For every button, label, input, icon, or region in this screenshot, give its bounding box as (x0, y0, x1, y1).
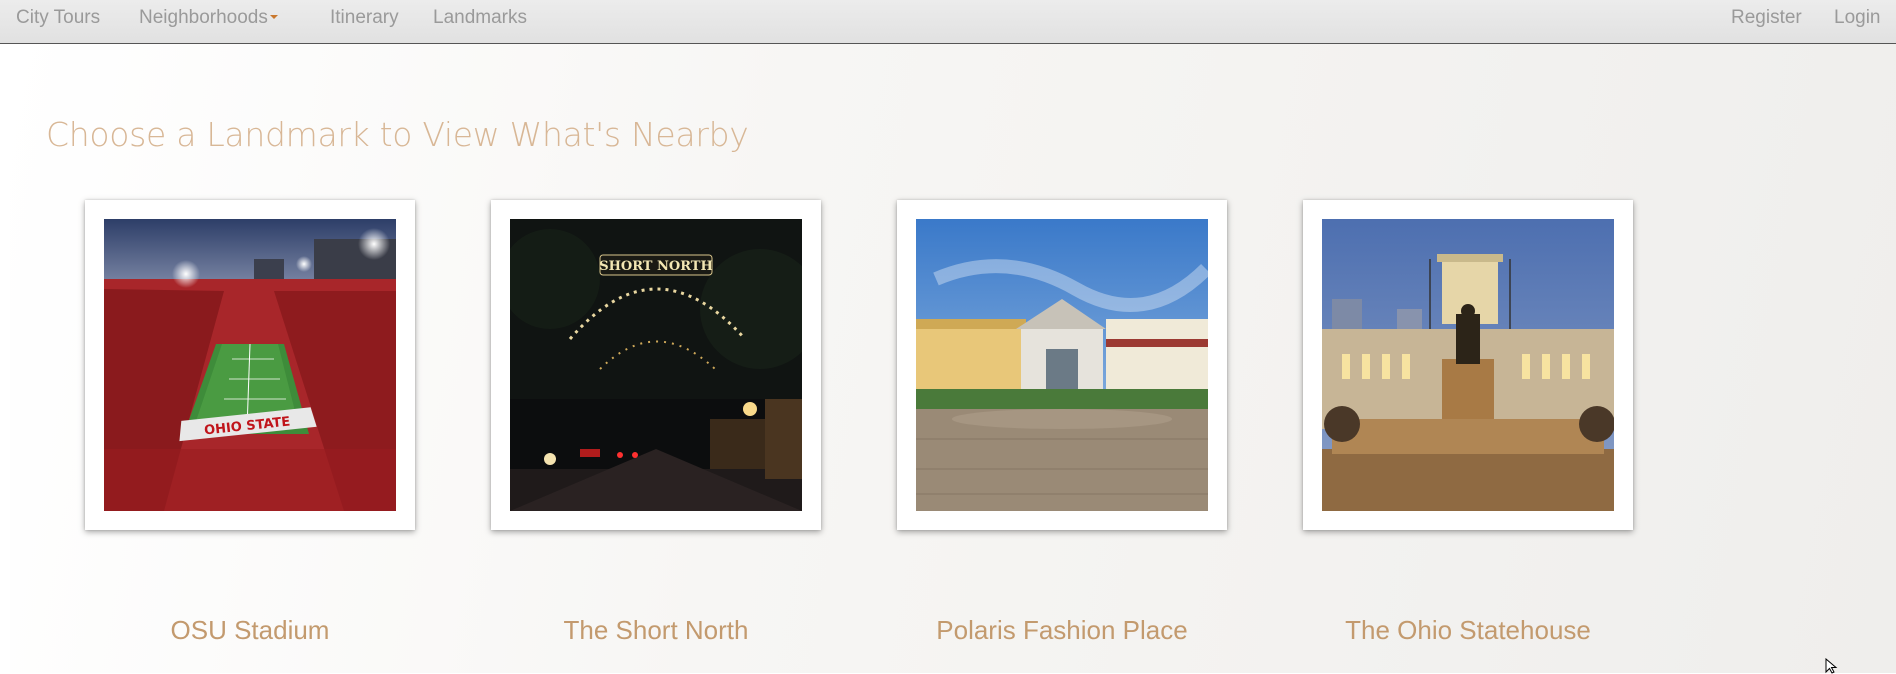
landmark-label-short-north[interactable]: The Short North (491, 615, 821, 646)
ohio-statehouse-image (1322, 219, 1614, 511)
nav-itinerary[interactable]: Itinerary (330, 0, 399, 36)
landmark-card-short-north[interactable]: SHORT NORTH (491, 200, 821, 530)
top-navbar: City Tours Neighborhoods Itinerary Landm… (0, 0, 1896, 44)
brand-link[interactable]: City Tours (16, 0, 100, 36)
landmark-card-osu-stadium[interactable]: OHIO STATE (85, 200, 415, 530)
short-north-sign-text: SHORT NORTH (599, 259, 713, 274)
login-link[interactable]: Login (1834, 0, 1881, 36)
nav-neighborhoods-label: Neighborhoods (139, 7, 268, 28)
landmark-card-statehouse[interactable] (1303, 200, 1633, 530)
mouse-cursor-icon (1825, 658, 1838, 674)
register-link[interactable]: Register (1731, 0, 1802, 36)
osu-stadium-image: OHIO STATE (104, 219, 396, 511)
short-north-image: SHORT NORTH (510, 219, 802, 511)
landmark-label-polaris[interactable]: Polaris Fashion Place (897, 615, 1227, 646)
nav-neighborhoods-dropdown[interactable]: Neighborhoods (139, 0, 278, 36)
page-title: Choose a Landmark to View What's Nearby (46, 115, 749, 154)
landmark-label-statehouse[interactable]: The Ohio Statehouse (1303, 615, 1633, 646)
landmark-label-osu-stadium[interactable]: OSU Stadium (85, 615, 415, 646)
nav-landmarks[interactable]: Landmarks (433, 0, 527, 36)
landmark-card-polaris[interactable] (897, 200, 1227, 530)
polaris-fashion-place-image (916, 219, 1208, 511)
caret-down-icon (269, 14, 278, 19)
